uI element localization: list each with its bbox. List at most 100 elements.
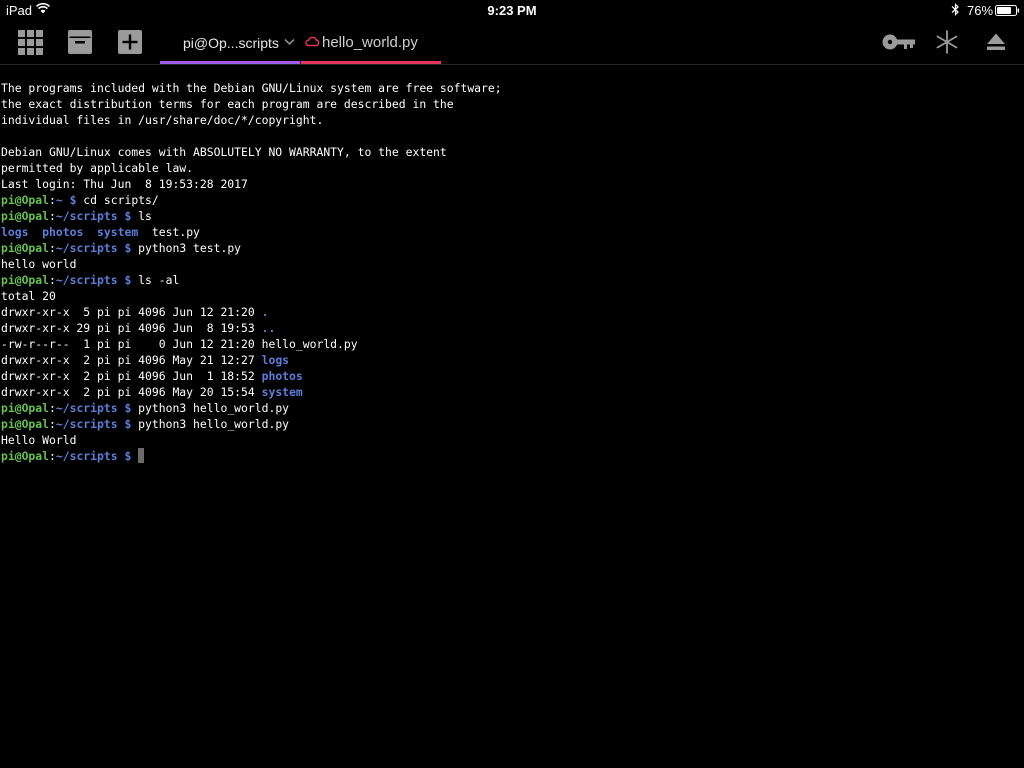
terminal-line: pi@Opal:~/scripts $ ls -al: [1, 272, 179, 288]
app-toolbar: pi@Op...scripts hello_world.py: [0, 22, 1024, 65]
terminal-line: drwxr-xr-x 5 pi pi 4096 Jun 12 21:20 .: [1, 304, 268, 320]
terminal-text: the exact distribution terms for each pr…: [1, 97, 454, 111]
terminal-text: :: [49, 209, 56, 223]
terminal-text: drwxr-xr-x 2 pi pi 4096 May 20 15:54: [1, 385, 262, 399]
key-icon[interactable]: [882, 33, 915, 51]
terminal-text: The programs included with the Debian GN…: [1, 81, 502, 95]
terminal-text: Debian GNU/Linux comes with ABSOLUTELY N…: [1, 145, 447, 159]
terminal-text: drwxr-xr-x 2 pi pi 4096 May 21 12:27: [1, 353, 262, 367]
directory-name: ..: [261, 321, 276, 335]
terminal-line: drwxr-xr-x 29 pi pi 4096 Jun 8 19:53 ..: [1, 320, 275, 336]
terminal-line: pi@Opal:~/scripts $ python3 test.py: [1, 240, 241, 256]
terminal-line: The programs included with the Debian GN…: [1, 80, 502, 96]
terminal-line: pi@Opal:~/scripts $ ls: [1, 208, 152, 224]
terminal-text: cd scripts/: [76, 193, 159, 207]
tab-accent-indicator: [301, 61, 441, 64]
terminal-line: drwxr-xr-x 2 pi pi 4096 May 20 15:54 sys…: [1, 384, 303, 400]
eject-icon[interactable]: [986, 32, 1006, 52]
terminal-text: drwxr-xr-x 2 pi pi 4096 Jun 1 18:52: [1, 369, 262, 383]
battery-percentage: 76%: [967, 3, 994, 18]
terminal-line: pi@Opal:~/scripts $: [1, 448, 145, 464]
prompt-path: ~/scripts $: [55, 449, 132, 463]
cloud-icon: [305, 36, 320, 47]
sparkle-icon[interactable]: [935, 30, 959, 54]
directory-name: logs: [261, 353, 290, 367]
terminal-line: drwxr-xr-x 2 pi pi 4096 Jun 1 18:52 phot…: [1, 368, 303, 384]
tab-hello-world-label: hello_world.py: [322, 34, 418, 51]
ipad-screen: iPad 9:23 PM 76% pi@Op...scripts hello_w…: [0, 0, 1024, 768]
directory-name: photos: [261, 369, 303, 383]
terminal-text: :: [49, 417, 56, 431]
terminal-line: total 20: [1, 288, 56, 304]
prompt-path: ~/scripts $: [55, 241, 132, 255]
terminal-line: pi@Opal:~ $ cd scripts/: [1, 192, 159, 208]
terminal-text: ls: [131, 209, 152, 223]
prompt-path: ~/scripts $: [55, 401, 132, 415]
status-time: 9:23 PM: [487, 3, 537, 18]
terminal-text: python3 hello_world.py: [131, 401, 290, 415]
tab-ssh-session[interactable]: pi@Op...scripts: [160, 22, 300, 64]
terminal-text: Hello World: [1, 433, 77, 447]
terminal-text: :: [49, 193, 56, 207]
terminal-text: :: [49, 401, 56, 415]
terminal-line: pi@Opal:~/scripts $ python3 hello_world.…: [1, 416, 289, 432]
status-bar: iPad 9:23 PM 76%: [0, 0, 1024, 22]
tab-ssh-session-label: pi@Op...scripts: [183, 35, 279, 51]
terminal-text: hello world: [1, 257, 77, 271]
prompt-user: pi@Opal: [1, 193, 50, 207]
terminal-output[interactable]: The programs included with the Debian GN…: [0, 80, 1024, 768]
prompt-path: ~/scripts $: [55, 273, 132, 287]
terminal-text: drwxr-xr-x 5 pi pi 4096 Jun 12 21:20: [1, 305, 262, 319]
bluetooth-icon: [951, 3, 959, 16]
terminal-line: permitted by applicable law.: [1, 160, 193, 176]
terminal-line: Debian GNU/Linux comes with ABSOLUTELY N…: [1, 144, 447, 160]
terminal-text: individual files in /usr/share/doc/*/cop…: [1, 113, 324, 127]
directory-name: logs: [1, 225, 29, 239]
terminal-text: python3 hello_world.py: [131, 417, 290, 431]
terminal-text: drwxr-xr-x 29 pi pi 4096 Jun 8 19:53: [1, 321, 262, 335]
terminal-line: pi@Opal:~/scripts $ python3 hello_world.…: [1, 400, 289, 416]
tab-hello-world-file[interactable]: hello_world.py: [301, 22, 441, 64]
chevron-down-icon[interactable]: [284, 38, 295, 46]
terminal-text: ls -al: [131, 273, 180, 287]
terminal-text: :: [49, 449, 56, 463]
prompt-path: ~ $: [55, 193, 77, 207]
directory-name: .: [261, 305, 269, 319]
prompt-user: pi@Opal: [1, 449, 50, 463]
directory-name: system: [261, 385, 303, 399]
grid-icon[interactable]: [18, 30, 43, 55]
battery-icon: [995, 5, 1020, 16]
terminal-line: Last login: Thu Jun 8 19:53:28 2017: [1, 176, 248, 192]
new-session-plus-icon[interactable]: [118, 30, 142, 54]
terminal-line: hello world: [1, 256, 76, 272]
terminal-line: logs photos system test.py: [1, 224, 200, 240]
terminal-line: drwxr-xr-x 2 pi pi 4096 May 21 12:27 log…: [1, 352, 289, 368]
prompt-user: pi@Opal: [1, 417, 50, 431]
terminal-text: -rw-r--r-- 1 pi pi 0 Jun 12 21:20 hello_…: [1, 337, 358, 351]
terminal-text: :: [49, 241, 56, 255]
terminal-cursor: [138, 448, 145, 463]
prompt-path: ~/scripts $: [55, 209, 132, 223]
terminal-line: Hello World: [1, 432, 76, 448]
prompt-user: pi@Opal: [1, 209, 50, 223]
terminal-text: :: [49, 273, 56, 287]
terminal-line: individual files in /usr/share/doc/*/cop…: [1, 112, 323, 128]
terminal-text: permitted by applicable law.: [1, 161, 194, 175]
directory-name: photos: [42, 225, 84, 239]
terminal-text: Last login: Thu Jun 8 19:53:28 2017: [1, 177, 248, 191]
prompt-user: pi@Opal: [1, 273, 50, 287]
terminal-text: python3 test.py: [131, 241, 242, 255]
archive-icon[interactable]: [68, 30, 92, 54]
active-tab-indicator: [160, 61, 300, 64]
terminal-line: -rw-r--r-- 1 pi pi 0 Jun 12 21:20 hello_…: [1, 336, 358, 352]
terminal-line: the exact distribution terms for each pr…: [1, 96, 454, 112]
prompt-user: pi@Opal: [1, 241, 50, 255]
terminal-text: total 20: [1, 289, 56, 303]
terminal-text: test.py: [138, 225, 200, 239]
prompt-user: pi@Opal: [1, 401, 50, 415]
prompt-path: ~/scripts $: [55, 417, 132, 431]
directory-name: system: [97, 225, 139, 239]
